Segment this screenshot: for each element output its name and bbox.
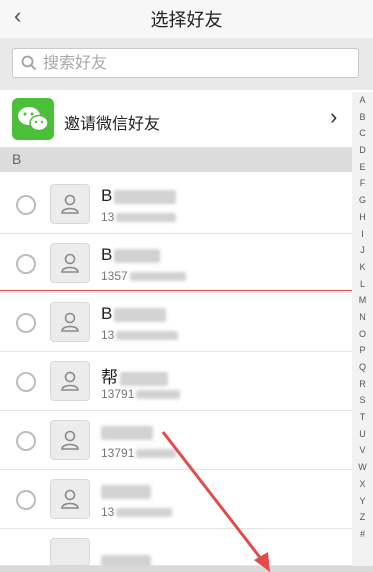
bottom-bar	[0, 566, 373, 572]
invite-label: 邀请微信好友	[64, 116, 161, 133]
select-radio[interactable]	[16, 195, 36, 215]
select-radio[interactable]	[16, 254, 36, 274]
index-letter-i[interactable]: I	[352, 226, 373, 243]
index-letter-l[interactable]: L	[352, 276, 373, 293]
select-radio[interactable]	[16, 313, 36, 333]
index-letter-s[interactable]: S	[352, 392, 373, 409]
index-letter-hash[interactable]: #	[352, 526, 373, 543]
index-letter-y[interactable]: Y	[352, 493, 373, 510]
index-letter-b[interactable]: B	[352, 109, 373, 126]
contact-row[interactable]: B 13	[0, 176, 352, 234]
search-input[interactable]	[43, 52, 343, 76]
index-letter-m[interactable]: M	[352, 292, 373, 309]
index-letter-w[interactable]: W	[352, 459, 373, 476]
index-letter-c[interactable]: C	[352, 125, 373, 142]
page-title: 选择好友	[150, 10, 223, 30]
person-icon	[61, 194, 79, 214]
avatar	[50, 420, 90, 460]
contact-name	[101, 481, 151, 501]
index-letter-z[interactable]: Z	[352, 509, 373, 526]
index-letter-g[interactable]: G	[352, 192, 373, 209]
index-letter-k[interactable]: K	[352, 259, 373, 276]
index-letter-h[interactable]: H	[352, 209, 373, 226]
alphabet-index-bar[interactable]: A B C D E F G H I J K L M N O P Q R S T U V W X Y Z #	[352, 92, 373, 572]
index-letter-o[interactable]: O	[352, 326, 373, 343]
index-letter-p[interactable]: P	[352, 342, 373, 359]
index-letter-f[interactable]: F	[352, 175, 373, 192]
search-icon	[21, 55, 37, 71]
contact-phone: 13	[101, 505, 173, 519]
select-radio[interactable]	[16, 431, 36, 451]
contact-row[interactable]: 13	[0, 471, 352, 529]
avatar	[50, 479, 90, 519]
contact-phone: 1357	[101, 269, 186, 283]
avatar	[50, 302, 90, 342]
chevron-right-icon: ›	[330, 104, 338, 129]
index-letter-n[interactable]: N	[352, 309, 373, 326]
contact-row[interactable]: 13791	[0, 412, 352, 470]
wechat-logo	[12, 98, 54, 140]
contact-phone: 13	[101, 210, 177, 224]
contact-row[interactable]: B 13	[0, 294, 352, 352]
contact-phone: 13791	[101, 446, 177, 460]
index-letter-u[interactable]: U	[352, 426, 373, 443]
index-letter-t[interactable]: T	[352, 409, 373, 426]
section-header: B	[0, 148, 352, 172]
contact-name: B	[101, 245, 161, 265]
index-letter-a[interactable]: A	[352, 92, 373, 109]
index-letter-j[interactable]: J	[352, 242, 373, 259]
contact-name: 帮	[101, 363, 168, 388]
contact-phone: 13791	[101, 387, 181, 401]
avatar	[50, 538, 90, 566]
contact-name	[101, 422, 153, 442]
top-bar: ‹ 选择好友	[0, 0, 373, 38]
avatar	[50, 184, 90, 224]
select-radio[interactable]	[16, 372, 36, 392]
index-letter-e[interactable]: E	[352, 159, 373, 176]
contact-name: B	[101, 186, 177, 206]
contact-row[interactable]: B 1357	[0, 235, 352, 293]
section-letter: B	[12, 151, 22, 167]
index-letter-x[interactable]: X	[352, 476, 373, 493]
wechat-logo-icon	[18, 107, 49, 132]
person-icon	[61, 312, 79, 332]
avatar	[50, 361, 90, 401]
contact-phone: 13	[101, 328, 179, 342]
search-box[interactable]	[12, 48, 359, 78]
index-letter-d[interactable]: D	[352, 142, 373, 159]
person-icon	[61, 489, 79, 509]
select-radio[interactable]	[16, 490, 36, 510]
person-icon	[61, 371, 79, 391]
contact-name: B	[101, 304, 167, 324]
person-icon	[61, 430, 79, 450]
person-icon	[61, 253, 79, 273]
search-bar	[0, 38, 373, 90]
index-letter-r[interactable]: R	[352, 376, 373, 393]
highlight-line	[0, 290, 352, 291]
contact-row[interactable]	[0, 530, 352, 567]
contact-row[interactable]: 帮 13791	[0, 353, 352, 411]
invite-wechat-friends[interactable]: 邀请微信好友 ›	[0, 92, 352, 148]
index-letter-q[interactable]: Q	[352, 359, 373, 376]
index-letter-v[interactable]: V	[352, 442, 373, 459]
avatar	[50, 243, 90, 283]
